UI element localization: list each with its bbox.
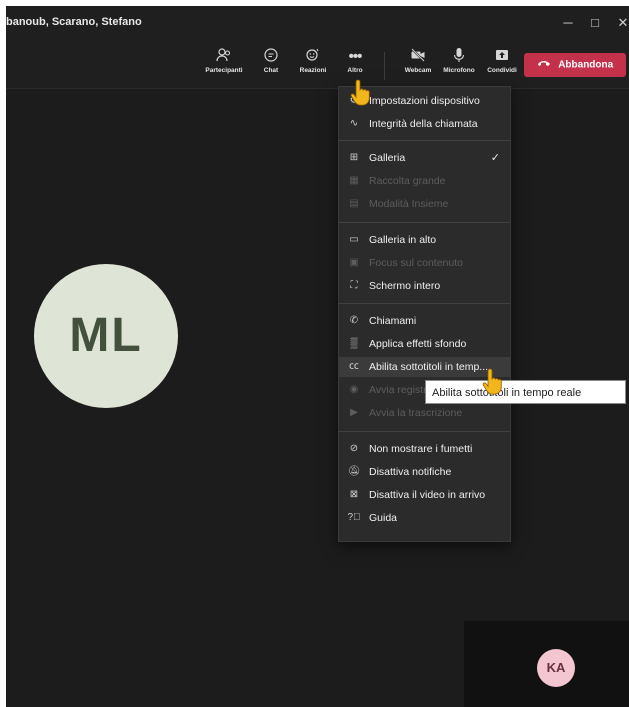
help-icon: ?⃝ xyxy=(347,512,361,523)
menu-item-start-transcription: ▶ Avvia la trascrizione xyxy=(339,403,510,423)
menu-item-gallery[interactable]: ⊞ Galleria ✓ xyxy=(339,148,510,168)
share-icon xyxy=(480,47,524,67)
share-label: Condividi xyxy=(487,67,517,74)
more-icon: ••• xyxy=(348,48,363,65)
more-options-menu: ⚙ Impostazioni dispositivo ∿ Integrità d… xyxy=(338,86,511,542)
reaction-icon xyxy=(291,47,335,67)
leave-button[interactable]: Abbandona xyxy=(524,53,626,77)
menu-item-label: Abilita sottotitoli in temp... xyxy=(369,361,489,373)
participants-button[interactable]: Partecipanti xyxy=(202,47,246,85)
fullscreen-icon: ⛶ xyxy=(350,280,358,291)
webcam-label: Webcam xyxy=(404,67,432,74)
menu-item-fullscreen[interactable]: ⛶ Schermo intero xyxy=(339,276,510,296)
together-icon: ▤ xyxy=(349,198,359,209)
more-label: Altro xyxy=(347,67,363,74)
grid-icon: ⊞ xyxy=(349,152,359,163)
participant-avatar-main: ML xyxy=(34,264,178,408)
menu-item-background-effects[interactable]: ▒ Applica effetti sfondo xyxy=(339,334,510,354)
no-bubbles-icon: ⊘ xyxy=(349,443,359,454)
menu-item-label: Guida xyxy=(369,512,398,524)
maximize-button[interactable]: □ xyxy=(584,12,606,34)
camera-off-icon xyxy=(396,47,440,67)
hand-cursor-icon xyxy=(349,78,371,106)
menu-item-call-health[interactable]: ∿ Integrità della chiamata xyxy=(339,114,510,134)
checkmark-icon: ✓ xyxy=(490,152,500,164)
phone-icon: ✆ xyxy=(349,315,359,326)
close-button[interactable]: ✕ xyxy=(612,12,629,34)
share-button[interactable]: Condividi xyxy=(480,47,524,85)
notifications-off-icon: 🔕︎ xyxy=(347,466,361,477)
focus-icon: ▣ xyxy=(349,257,359,268)
minimize-button[interactable]: ─ xyxy=(557,12,579,34)
menu-divider xyxy=(339,140,510,141)
menu-item-label: Non mostrare i fumetti xyxy=(369,443,473,455)
menu-item-gallery-top[interactable]: ▭ Galleria in alto xyxy=(339,230,510,250)
menu-item-label: Integrità della chiamata xyxy=(369,118,478,130)
menu-item-label: Chiamami xyxy=(369,315,417,327)
phone-hangup-icon xyxy=(537,53,551,77)
menu-item-label: Disattiva il video in arrivo xyxy=(369,489,486,501)
pulse-icon: ∿ xyxy=(349,118,359,129)
chat-icon xyxy=(249,47,293,67)
chat-button[interactable]: Chat xyxy=(249,47,293,85)
microphone-label: Microfono xyxy=(443,67,475,74)
menu-divider xyxy=(339,222,510,223)
menu-item-label: Galleria xyxy=(369,152,406,164)
participants-label: Partecipanti xyxy=(205,67,243,74)
menu-item-label: Applica effetti sfondo xyxy=(369,338,467,350)
menu-item-hide-bubbles[interactable]: ⊘ Non mostrare i fumetti xyxy=(339,439,510,459)
large-grid-icon: ▦ xyxy=(349,175,359,186)
self-avatar: KA xyxy=(537,649,575,687)
reactions-button[interactable]: Reazioni xyxy=(291,47,335,85)
background-icon: ▒ xyxy=(350,338,358,349)
menu-item-label: Disattiva notifiche xyxy=(369,466,452,478)
menu-item-label: Raccolta grande xyxy=(369,175,446,187)
mic-icon xyxy=(437,47,481,67)
webcam-button[interactable]: Webcam xyxy=(396,47,440,85)
leave-label: Abbandona xyxy=(558,59,614,71)
teams-meeting-window: banoub, Scarano, Stefano ─ □ ✕ Partecipa… xyxy=(6,6,629,707)
menu-item-label: Galleria in alto xyxy=(369,234,437,246)
window-title: banoub, Scarano, Stefano xyxy=(6,16,142,28)
menu-item-label: Impostazioni dispositivo xyxy=(369,95,480,107)
menu-item-label: Modalità Insieme xyxy=(369,198,449,210)
reactions-label: Reazioni xyxy=(299,67,327,74)
video-off-icon: ⊠ xyxy=(349,489,359,500)
transcript-icon: ▶ xyxy=(350,407,358,418)
menu-item-together-mode: ▤ Modalità Insieme xyxy=(339,194,510,214)
menu-item-content-focus: ▣ Focus sul contenuto xyxy=(339,253,510,273)
menu-item-label: Schermo intero xyxy=(369,280,441,292)
menu-divider xyxy=(339,431,510,432)
menu-divider xyxy=(339,303,510,304)
gallery-top-icon: ▭ xyxy=(349,234,359,245)
menu-item-help[interactable]: ?⃝ Guida xyxy=(339,508,510,528)
record-icon: ◉ xyxy=(349,384,359,395)
chat-label: Chat xyxy=(263,67,279,74)
menu-item-call-me[interactable]: ✆ Chiamami xyxy=(339,311,510,331)
title-bar: banoub, Scarano, Stefano ─ □ ✕ xyxy=(6,6,629,42)
menu-item-large-gallery: ▦ Raccolta grande xyxy=(339,171,510,191)
captions-tooltip: Abilita sottotitoli in tempo reale xyxy=(425,380,626,404)
menu-item-disable-incoming-video[interactable]: ⊠ Disattiva il video in arrivo xyxy=(339,485,510,505)
toolbar-divider xyxy=(384,52,385,80)
menu-item-label: Focus sul contenuto xyxy=(369,257,463,269)
menu-item-label: Avvia la trascrizione xyxy=(369,407,463,419)
microphone-button[interactable]: Microfono xyxy=(437,47,481,85)
people-icon xyxy=(202,47,246,67)
captions-icon: ㏄ xyxy=(349,361,359,372)
hand-cursor-icon xyxy=(481,367,503,395)
menu-item-mute-notifications[interactable]: 🔕︎ Disattiva notifiche xyxy=(339,462,510,482)
